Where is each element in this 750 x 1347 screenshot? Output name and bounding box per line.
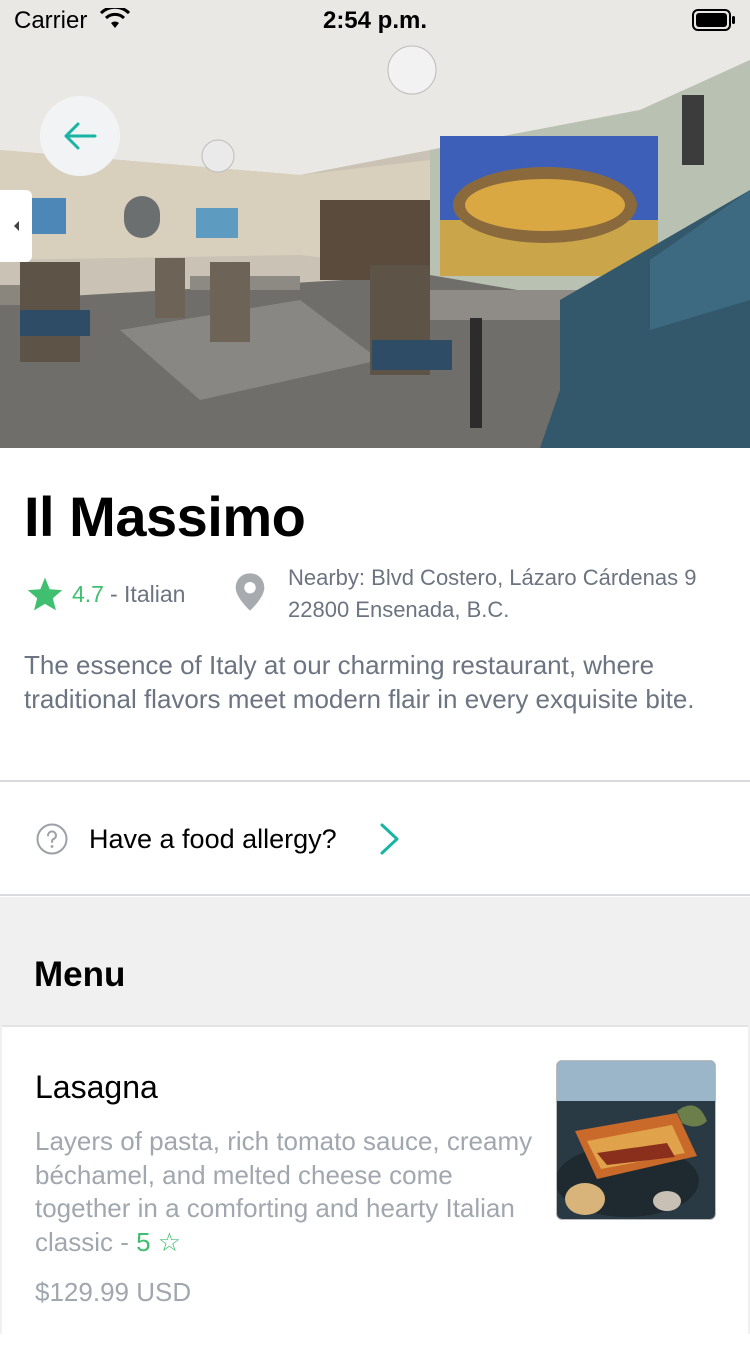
menu-item-description-text: Layers of pasta, rich tomato sauce, crea… [35, 1126, 533, 1257]
side-drawer-handle[interactable] [0, 190, 32, 262]
chevron-right-icon [380, 823, 399, 855]
divider [0, 894, 750, 896]
menu-section: Menu Lasagna Layers of pasta, rich tomat… [0, 897, 750, 1347]
menu-item-price: $129.99 USD [35, 1277, 192, 1307]
hero-image [0, 0, 750, 448]
food-allergy-label: Have a food allergy? [89, 824, 337, 854]
restaurant-name: Il Massimo [24, 485, 306, 548]
back-button[interactable] [40, 96, 120, 176]
address-line-2: 22800 Ensenada, B.C. [288, 597, 510, 622]
food-allergy-row[interactable]: Have a food allergy? [0, 784, 750, 894]
address[interactable]: Nearby: Blvd Costero, Lázaro Cárdenas 9 … [288, 562, 750, 626]
address-line-1: Nearby: Blvd Costero, Lázaro Cárdenas 9 [288, 565, 697, 590]
menu-item-card[interactable]: Lasagna Layers of pasta, rich tomato sau… [2, 1025, 748, 1347]
menu-title: Menu [34, 955, 126, 994]
menu-item-image [556, 1060, 716, 1220]
restaurant-description: The essence of Italy at our charming res… [24, 650, 695, 714]
cuisine-label: - Italian [109, 580, 186, 607]
menu-item-rating: 5 ☆ [136, 1226, 182, 1257]
chevron-left-icon [14, 221, 19, 231]
status-bar: Carrier 2:54 p.m. [0, 0, 750, 40]
menu-item-name: Lasagna [35, 1069, 158, 1105]
rating-row: 4.7 - Italian [26, 574, 185, 614]
question-circle-icon [36, 823, 68, 855]
menu-item-description: Layers of pasta, rich tomato sauce, crea… [35, 1125, 535, 1259]
rating-value: 4.7 [72, 580, 104, 607]
clock-time: 2:54 p.m. [322, 7, 428, 34]
arrow-left-icon [64, 122, 97, 150]
divider [0, 780, 750, 782]
star-icon [27, 577, 63, 611]
location-pin-icon [235, 573, 265, 611]
battery-icon [692, 9, 735, 31]
